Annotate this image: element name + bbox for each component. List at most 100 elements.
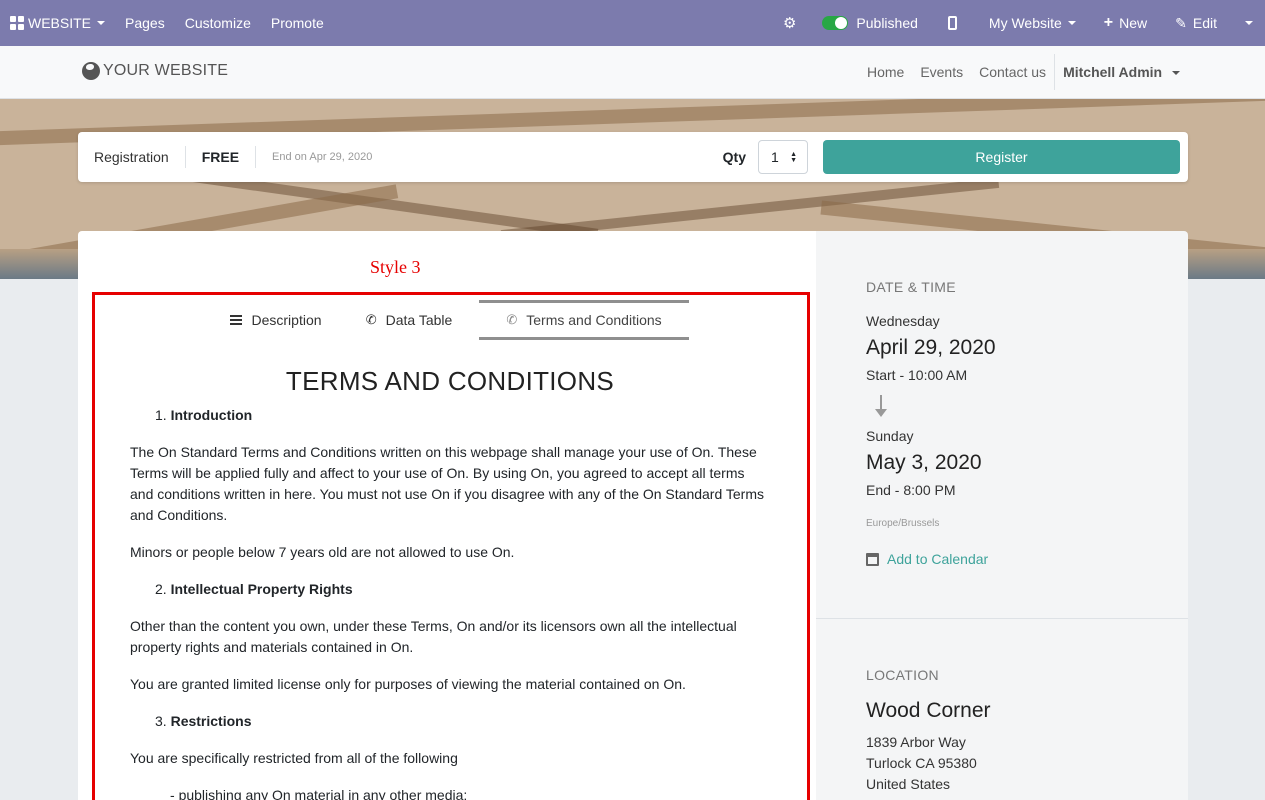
site-header: YOUR WEBSITE Home Events Contact us Mitc… <box>0 46 1265 99</box>
main-nav: Home Events Contact us Mitchell Admin <box>851 46 1180 98</box>
section-number: 1. <box>155 407 167 423</box>
logo-text: YOUR WEBSITE <box>103 62 229 79</box>
tab-label: Terms and Conditions <box>526 312 662 328</box>
phone-icon: ✆ <box>506 312 518 327</box>
chevron-down-icon <box>1067 21 1076 25</box>
content-tabs: Description ✆ Data Table ✆ Terms and Con… <box>95 300 807 340</box>
section-heading: 3. Restrictions <box>155 711 770 732</box>
registration-label: Registration <box>94 149 169 165</box>
website-menu[interactable]: WEBSITE <box>0 0 115 46</box>
terms-content: TERMS AND CONDITIONS 1. Introduction The… <box>130 365 770 800</box>
toggle-switch-icon <box>822 16 849 30</box>
website-menu-label: WEBSITE <box>28 15 92 31</box>
qty-label: Qty <box>722 149 746 165</box>
section-heading: 1. Introduction <box>155 405 770 426</box>
calendar-icon <box>866 552 879 566</box>
topbar-right: ⚙ Published My Website + New ✎ Edit <box>769 0 1265 46</box>
arrow-down-icon <box>875 395 887 417</box>
published-label: Published <box>856 15 918 31</box>
tab-label: Data Table <box>385 312 453 328</box>
divider <box>255 146 257 168</box>
registration-bar: Registration FREE End on Apr 29, 2020 Qt… <box>78 132 1188 182</box>
new-button[interactable]: + New <box>1090 0 1161 46</box>
my-website-label: My Website <box>988 15 1062 31</box>
section-title: Intellectual Property Rights <box>170 581 353 597</box>
end-time: End - 8:00 PM <box>866 482 956 498</box>
tab-terms-and-conditions[interactable]: ✆ Terms and Conditions <box>479 300 689 340</box>
paragraph: You are granted limited license only for… <box>130 676 686 692</box>
user-name: Mitchell Admin <box>1063 64 1163 80</box>
section-title: Restrictions <box>170 713 252 729</box>
my-website-menu[interactable]: My Website <box>975 0 1090 46</box>
date-time-label: DATE & TIME <box>866 279 956 295</box>
list-item: publishing any On material in any other … <box>170 785 770 800</box>
restrictions-list: publishing any On material in any other … <box>170 785 770 800</box>
registration-end-date: End on Apr 29, 2020 <box>272 151 373 163</box>
customize-menu[interactable]: Customize <box>175 0 261 46</box>
section-heading: 2. Intellectual Property Rights <box>155 579 770 600</box>
end-date: May 3, 2020 <box>866 451 982 474</box>
end-day: Sunday <box>866 428 914 444</box>
user-menu[interactable]: Mitchell Admin <box>1063 64 1180 80</box>
start-date: April 29, 2020 <box>866 336 996 359</box>
paragraph: Minors or people below 7 years old are n… <box>130 544 515 560</box>
quantity-select[interactable]: 1 ▲ ▼ <box>758 140 808 174</box>
admin-topbar: WEBSITE Pages Customize Promote ⚙ Publis… <box>0 0 1265 46</box>
bars-icon <box>230 315 243 325</box>
start-day: Wednesday <box>866 313 940 329</box>
globe-icon <box>82 62 100 80</box>
pages-menu[interactable]: Pages <box>115 0 175 46</box>
location-label: LOCATION <box>866 667 939 683</box>
tab-description[interactable]: Description <box>213 300 339 340</box>
pencil-icon: ✎ <box>1175 14 1187 31</box>
paragraph: You are specifically restricted from all… <box>130 750 458 766</box>
address-line-2: Turlock CA 95380 <box>866 755 977 771</box>
edit-button[interactable]: ✎ Edit <box>1161 0 1231 46</box>
section-number: 2. <box>155 581 167 597</box>
address-line-1: 1839 Arbor Way <box>866 734 966 750</box>
start-time: Start - 10:00 AM <box>866 367 968 383</box>
highlight-frame: Description ✆ Data Table ✆ Terms and Con… <box>92 292 810 800</box>
add-to-calendar-link[interactable]: Add to Calendar <box>866 551 988 567</box>
promote-menu[interactable]: Promote <box>261 0 334 46</box>
up-down-arrows-icon: ▲ ▼ <box>790 151 797 164</box>
section-title: Introduction <box>170 407 253 423</box>
paragraph: The On Standard Terms and Conditions wri… <box>130 444 764 523</box>
chevron-down-icon <box>1172 71 1180 76</box>
ticket-price: FREE <box>201 149 240 165</box>
nav-events[interactable]: Events <box>920 64 963 80</box>
nav-contact-us[interactable]: Contact us <box>979 64 1046 80</box>
edit-label: Edit <box>1192 15 1217 31</box>
debug-button[interactable]: ⚙ <box>769 0 810 46</box>
terms-title: TERMS AND CONDITIONS <box>285 366 615 396</box>
quantity-value: 1 <box>771 149 779 165</box>
event-main-content: Style 3 Description ✆ Data Table ✆ Terms… <box>78 231 816 800</box>
paragraph: Other than the content you own, under th… <box>130 618 737 655</box>
venue-name: Wood Corner <box>866 699 991 722</box>
mobile-icon <box>947 16 957 30</box>
new-label: New <box>1119 15 1148 31</box>
section-number: 3. <box>155 713 167 729</box>
style-label: Style 3 <box>370 257 421 277</box>
published-toggle[interactable]: Published <box>810 0 930 46</box>
site-logo[interactable]: YOUR WEBSITE <box>82 62 228 80</box>
chevron-down-icon <box>1245 21 1253 25</box>
tab-data-table[interactable]: ✆ Data Table <box>339 300 479 340</box>
chevron-down-icon <box>97 21 106 25</box>
phone-icon: ✆ <box>365 312 377 327</box>
divider <box>184 146 186 168</box>
mobile-preview-button[interactable] <box>930 0 975 46</box>
bug-icon: ⚙ <box>782 15 797 32</box>
plus-icon: + <box>1103 14 1114 31</box>
nav-home[interactable]: Home <box>867 64 904 80</box>
apps-grid-icon <box>10 16 24 30</box>
edit-dropdown-toggle[interactable] <box>1231 0 1265 46</box>
event-sidebar: DATE & TIME Wednesday April 29, 2020 Sta… <box>816 231 1188 800</box>
register-button[interactable]: Register <box>823 140 1180 174</box>
timezone: Europe/Brussels <box>866 518 940 529</box>
tab-label: Description <box>251 312 322 328</box>
add-to-calendar-label: Add to Calendar <box>887 551 989 567</box>
date-time-block: DATE & TIME Wednesday April 29, 2020 Sta… <box>816 231 1188 619</box>
topbar-left: WEBSITE Pages Customize Promote <box>0 0 334 46</box>
address-country: United States <box>866 776 951 792</box>
